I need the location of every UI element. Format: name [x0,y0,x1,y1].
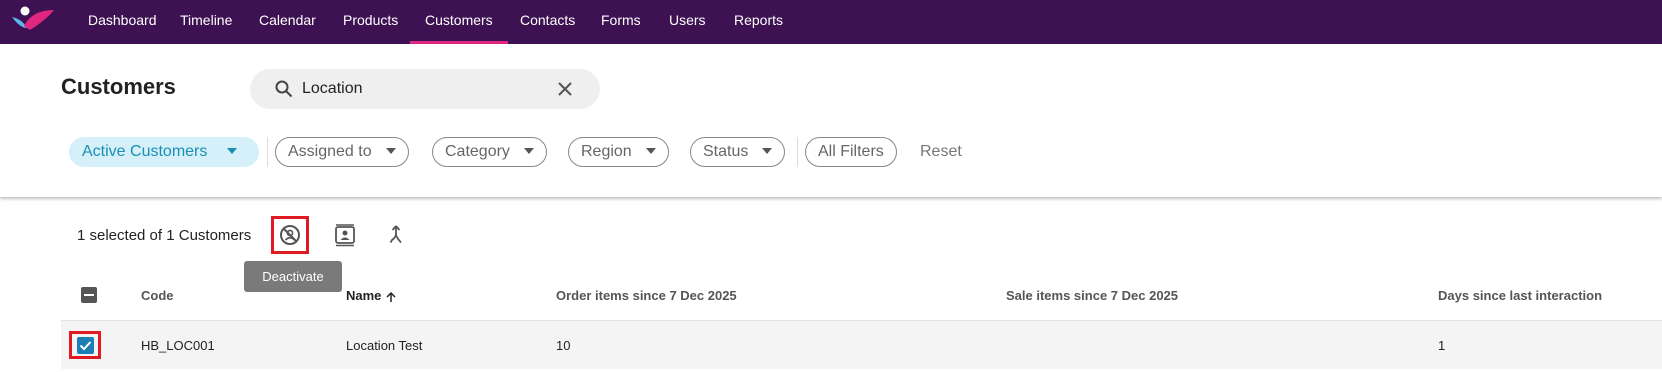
nav-item-dashboard[interactable]: Dashboard [73,0,172,44]
category-label: Category [445,143,510,160]
nav-item-customers[interactable]: Customers [410,0,508,44]
search-box[interactable] [250,69,600,109]
cell-name[interactable]: Location Test [346,338,422,353]
region-label: Region [581,143,632,160]
nav-item-timeline[interactable]: Timeline [165,0,247,44]
top-navigation-bar: Dashboard Timeline Calendar Products Cus… [0,0,1662,44]
category-filter[interactable]: Category [432,137,547,167]
nav-item-contacts[interactable]: Contacts [505,0,590,44]
deactivate-button[interactable] [271,216,309,254]
checkmark-icon [79,341,92,351]
cell-order-items: 10 [556,338,571,353]
search-input[interactable] [302,77,542,101]
search-icon [275,80,293,98]
page-title: Customers [61,74,176,99]
row-checkbox[interactable] [69,331,101,359]
reset-filters-link[interactable]: Reset [920,143,962,161]
divider [267,137,268,167]
cell-code: HB_LOC001 [141,338,215,353]
nav-item-users[interactable]: Users [654,0,721,44]
nav-item-calendar[interactable]: Calendar [244,0,331,44]
deactivate-tooltip: Deactivate [244,261,342,292]
assigned-to-filter[interactable]: Assigned to [275,137,409,167]
column-header-code[interactable]: Code [141,288,174,303]
deactivate-icon [280,225,300,245]
divider [797,137,798,167]
column-header-name[interactable]: Name [346,288,397,303]
region-filter[interactable]: Region [568,137,669,167]
contact-card-button[interactable] [329,219,361,251]
nav-item-reports[interactable]: Reports [719,0,798,44]
merge-icon [389,225,402,244]
all-filters-button[interactable]: All Filters [805,137,897,167]
chevron-down-icon [523,147,534,154]
column-header-order-items[interactable]: Order items since 7 Dec 2025 [556,288,737,303]
nav-item-forms[interactable]: Forms [586,0,656,44]
chevron-down-icon [762,147,773,154]
page-header: Customers Active Customers Assigned to C… [0,44,1662,197]
chevron-down-icon [385,147,396,154]
app-logo[interactable] [10,4,58,34]
table-row[interactable]: HB_LOC001 Location Test 10 1 [61,320,1662,369]
clear-search-icon[interactable] [555,79,575,99]
sort-ascending-icon [386,291,396,302]
status-label: Status [703,143,749,160]
contact-card-icon [335,224,355,247]
column-header-sale-items[interactable]: Sale items since 7 Dec 2025 [1006,288,1178,303]
status-filter[interactable]: Status [690,137,786,167]
select-all-checkbox[interactable] [81,287,97,303]
column-header-name-label: Name [346,288,382,303]
column-header-days-since[interactable]: Days since last interaction [1438,288,1602,303]
active-customers-filter[interactable]: Active Customers [69,137,259,167]
checkbox-checked [77,337,94,354]
chevron-down-icon [227,147,238,154]
nav-item-products[interactable]: Products [328,0,413,44]
selection-count: 1 selected of 1 Customers [77,227,252,244]
assigned-to-label: Assigned to [288,143,372,160]
cell-days-since: 1 [1438,338,1446,353]
merge-button[interactable] [380,219,412,251]
chevron-down-icon [645,147,656,154]
active-customers-label: Active Customers [82,143,208,160]
